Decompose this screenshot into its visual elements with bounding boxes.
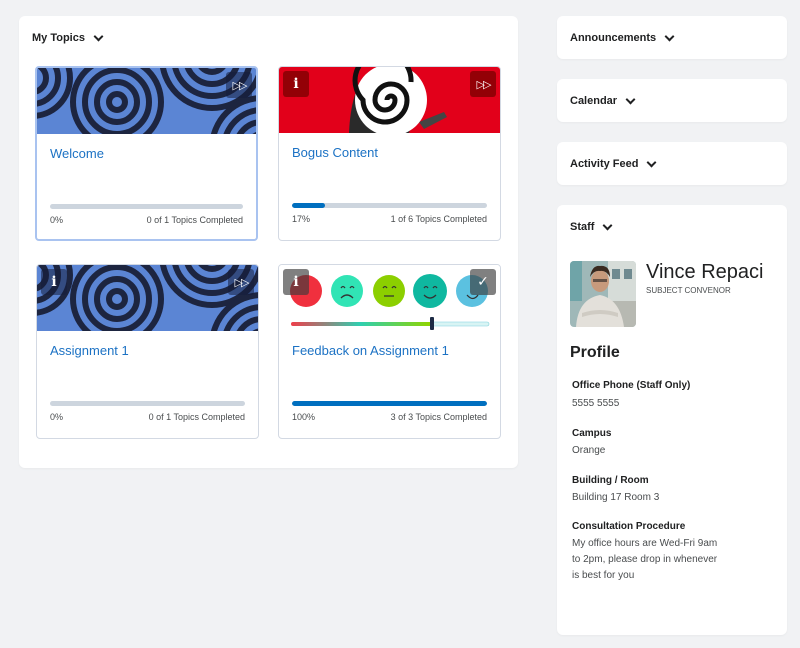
topic-card-assignment-1[interactable]: i ▷▷ Assignment 1 0% 0 of 1 Topics Compl… [36, 264, 259, 439]
red-spiral-image [279, 67, 500, 133]
card-title[interactable]: Feedback on Assignment 1 [292, 343, 449, 358]
announcements-title: Announcements [570, 32, 657, 44]
topic-card-bogus-content[interactable]: i ▷▷ Bogus Content 17% 1 of 6 Topics Com… [278, 66, 501, 241]
consultation-procedure-value: My office hours are Wed-Fri 9am to 2pm, … [572, 538, 718, 581]
complete-button[interactable]: ✓ [470, 269, 496, 295]
progress-percent: 17% [292, 214, 311, 224]
card-image: i ✓ [279, 265, 500, 331]
info-button[interactable]: i [283, 71, 309, 97]
progress-bar [50, 401, 245, 406]
fast-forward-button[interactable]: ▷▷ [226, 72, 252, 98]
card-image: i ▷▷ [279, 67, 500, 133]
card-title[interactable]: Welcome [50, 146, 104, 161]
activity-feed-widget: Activity Feed [557, 142, 787, 185]
checkmark-icon: ✓ [477, 274, 489, 290]
card-title[interactable]: Bogus Content [292, 145, 378, 160]
campus-value: Orange [572, 445, 606, 456]
emoji-feedback-scale-image [290, 274, 490, 330]
staff-name: Vince Repaci [646, 261, 764, 283]
activity-feed-title: Activity Feed [570, 158, 639, 170]
progress-fill [292, 401, 487, 406]
card-image: ▷▷ [37, 68, 256, 134]
chevron-down-icon[interactable] [647, 157, 657, 167]
progress-bar [292, 401, 487, 406]
chevron-down-icon[interactable] [603, 220, 613, 230]
progress-percent: 0% [50, 215, 64, 225]
topics-completed: 0 of 1 Topics Completed [148, 412, 245, 422]
fast-forward-button[interactable]: ▷▷ [470, 71, 496, 97]
concentric-pattern-image [37, 68, 256, 134]
info-button[interactable]: i [283, 269, 309, 295]
concentric-pattern-image [37, 265, 258, 331]
fast-forward-button[interactable]: ▷▷ [228, 269, 254, 295]
topics-completed: 3 of 3 Topics Completed [390, 412, 487, 422]
chevron-down-icon[interactable] [93, 31, 104, 41]
info-icon: i [293, 76, 299, 92]
topics-completed: 1 of 6 Topics Completed [390, 214, 487, 224]
consultation-procedure-label: Consultation Procedure [572, 521, 686, 532]
progress-percent: 100% [292, 412, 316, 422]
staff-header[interactable]: Staff [570, 220, 613, 233]
info-button[interactable]: i [41, 269, 67, 295]
office-phone-value: 5555 5555 [572, 398, 620, 409]
my-topics-title: My Topics [32, 32, 85, 44]
staff-role: SUBJECT CONVENOR [646, 286, 731, 295]
building-room-value: Building 17 Room 3 [572, 492, 660, 503]
building-room-label: Building / Room [572, 475, 649, 486]
fast-forward-icon: ▷▷ [232, 78, 248, 92]
card-image: i ▷▷ [37, 265, 258, 331]
calendar-widget: Calendar [557, 79, 787, 122]
staff-photo [570, 261, 636, 327]
chevron-down-icon[interactable] [664, 31, 675, 41]
progress-bar [292, 203, 487, 208]
card-title[interactable]: Assignment 1 [50, 343, 129, 358]
profile-heading: Profile [570, 344, 620, 361]
staff-widget: Staff Vince Repaci SUBJECT CONVENOR Prof… [557, 205, 787, 635]
info-icon: i [51, 274, 57, 290]
office-phone-label: Office Phone (Staff Only) [572, 380, 691, 391]
announcements-widget: Announcements [557, 16, 787, 59]
staff-avatar [570, 261, 636, 327]
info-icon: i [293, 274, 299, 290]
announcements-header[interactable]: Announcements [570, 31, 675, 44]
calendar-title: Calendar [570, 95, 618, 107]
calendar-header[interactable]: Calendar [570, 94, 636, 107]
fast-forward-icon: ▷▷ [234, 275, 250, 289]
campus-label: Campus [572, 428, 612, 439]
topics-completed: 0 of 1 Topics Completed [146, 215, 243, 225]
fast-forward-icon: ▷▷ [476, 77, 492, 91]
topic-card-welcome[interactable]: ▷▷ Welcome 0% 0 of 1 Topics Completed [35, 66, 258, 241]
progress-percent: 0% [50, 412, 64, 422]
chevron-down-icon[interactable] [625, 94, 636, 104]
progress-bar [50, 204, 243, 209]
topic-card-feedback-on-assignment-1[interactable]: i ✓ Feedback on Assignment 1 100% 3 of 3… [278, 264, 501, 439]
activity-feed-header[interactable]: Activity Feed [570, 157, 657, 170]
progress-fill [292, 203, 326, 208]
my-topics-widget: My Topics ▷▷ Welcome 0% 0 of 1 Topics Co… [19, 16, 518, 468]
my-topics-header[interactable]: My Topics [32, 31, 104, 44]
staff-title: Staff [570, 221, 595, 233]
